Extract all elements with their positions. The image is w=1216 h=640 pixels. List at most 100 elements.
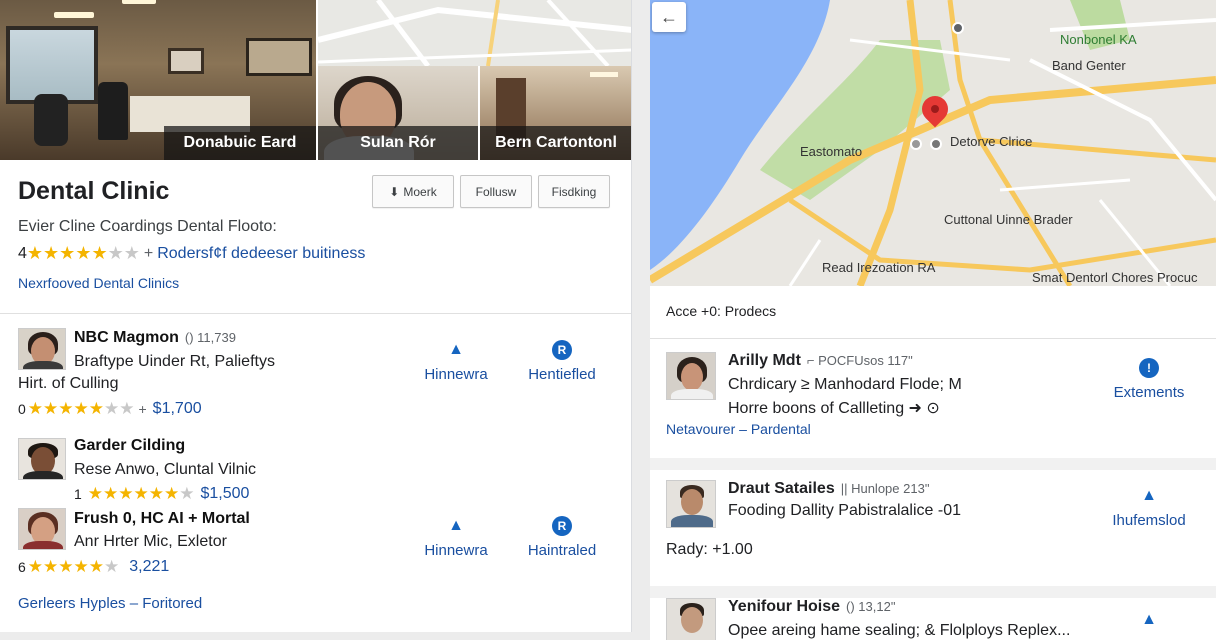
- download-icon: ⬇: [389, 184, 400, 199]
- footer-link[interactable]: Gerleers Hyples – Foritored: [18, 595, 202, 612]
- chair: [98, 82, 128, 140]
- app-root: Donabuic Eard Sulan Rór Bern Cartontonl …: [0, 0, 1216, 640]
- entry-price: $1,700: [152, 400, 202, 417]
- entry-price: 3,221: [129, 558, 170, 575]
- follow-button[interactable]: Follusw: [460, 175, 532, 208]
- wall-art: [246, 38, 312, 76]
- map-view[interactable]: ← Nonbonel KA Band Genter Eastomato Deto…: [650, 0, 1216, 286]
- map-label: Read Irezoation RA: [822, 260, 936, 275]
- card-action[interactable]: ▲ Ihufemslod: [1094, 486, 1204, 529]
- entry-action-label: Hinnewra: [424, 542, 488, 559]
- entry-description: Rese Anwo, Cluntal Vilnic: [74, 461, 257, 478]
- place-title: Dental Clinic: [18, 177, 170, 205]
- list-item[interactable]: Garder Cilding Rese Anwo, Cluntal Vilnic…: [18, 434, 618, 506]
- place-rating: 4 ★★★★★★★ + Rodersf¢f dedeeser buitiness: [18, 243, 365, 264]
- entry-detail: Hirt. of Culling: [18, 375, 119, 392]
- rating-number: 6: [18, 559, 26, 575]
- star-rating-icon: ★★★★★★: [27, 557, 120, 576]
- ceiling-light: [122, 0, 156, 4]
- rating-number: 0: [18, 401, 26, 417]
- finding-button[interactable]: Fisdking: [538, 175, 610, 208]
- entry-name-text: NBC Magmon: [74, 329, 179, 346]
- card-action[interactable]: ! Extements: [1094, 358, 1204, 401]
- place-marker-icon[interactable]: [910, 138, 922, 150]
- photo-main[interactable]: Donabuic Eard: [0, 0, 316, 160]
- save-button[interactable]: ⬇ Moerk: [372, 175, 454, 208]
- photo-caption: Sulan Rór: [318, 126, 478, 160]
- back-arrow-icon[interactable]: ←: [652, 2, 686, 32]
- drop-icon: ▲: [448, 517, 464, 534]
- card-action-label: Ihufemslod: [1112, 512, 1186, 529]
- photo-caption: Donabuic Eard: [164, 126, 316, 160]
- card-detail: Horre boons of Callleting ➜ ⊙: [728, 400, 940, 417]
- wall-art: [168, 48, 204, 74]
- entry-name[interactable]: Garder Cilding: [74, 437, 185, 455]
- reviews-link[interactable]: Rodersf¢f dedeeser buitiness: [157, 245, 365, 263]
- drop-icon: ▲: [1141, 611, 1157, 628]
- entry-name[interactable]: NBC Magmon () 11,739: [74, 329, 236, 347]
- card-detail: Rady: +1.00: [666, 541, 753, 558]
- entry-rating: 1 ★★★★★★★ $1,500: [74, 484, 249, 504]
- list-item[interactable]: Yenifour Hoise () 13,12" Opee areing hame…: [666, 596, 1206, 640]
- avatar: [18, 328, 66, 370]
- rating-number: 4: [18, 244, 27, 262]
- entry-action-label: Haintraled: [527, 542, 597, 559]
- map-label: Nonbonel KA: [1060, 32, 1137, 47]
- list-item[interactable]: NBC Magmon () 11,739 Braftype Uinder Rt, …: [18, 326, 618, 426]
- card-description: Chrdicary ≥ Manhodard Flode; M: [728, 376, 962, 393]
- card-name-text: Arilly Mdt: [728, 352, 801, 369]
- entry-description: Anr Hrter Mic, Exletor: [74, 533, 227, 550]
- follow-label: Follusw: [475, 184, 517, 199]
- entry-price: $1,500: [200, 485, 250, 502]
- photo-doctor[interactable]: Sulan Rór: [318, 66, 478, 160]
- drop-icon: ▲: [448, 341, 464, 358]
- avatar: [666, 598, 716, 640]
- card-name[interactable]: Draut Satailes || Hunlope 213": [728, 480, 929, 498]
- card-meta: || Hunlope 213": [840, 481, 930, 496]
- avatar: [18, 438, 66, 480]
- map-label: Detorve Clrice: [950, 134, 1033, 149]
- divider: [0, 313, 631, 314]
- entry-action-primary[interactable]: ▲ Hinnewra: [410, 516, 502, 559]
- place-marker-icon[interactable]: [952, 22, 964, 34]
- card-name-text: Yenifour Hoise: [728, 598, 841, 615]
- place-marker-icon[interactable]: [930, 138, 942, 150]
- card-link[interactable]: Netavourer – Pardental: [666, 421, 811, 437]
- section-gap: [650, 458, 1216, 470]
- finding-label: Fisdking: [551, 184, 597, 199]
- ceiling-light: [590, 72, 618, 77]
- save-label: Moerk: [403, 184, 437, 199]
- chair: [34, 94, 68, 146]
- entry-action-label: Hinnewra: [424, 366, 488, 383]
- photo-office[interactable]: Bern Cartontonl: [480, 66, 631, 160]
- divider: [650, 338, 1216, 339]
- star-rating-icon: ★★★★★★★: [26, 243, 140, 263]
- card-name[interactable]: Arilly Mdt ⌐ POCFUsos 117": [728, 352, 913, 370]
- place-subtitle: Evier Cline Coardings Dental Flooto:: [18, 218, 277, 235]
- photo-gallery: Donabuic Eard Sulan Rór Bern Cartontonl: [0, 0, 631, 160]
- card-action-label: Extements: [1113, 384, 1185, 401]
- map-label: Smat Dentorl Chores Procuc: [1032, 270, 1198, 285]
- badge-icon: R: [552, 340, 572, 360]
- entry-action-label: Hentiefled: [528, 366, 596, 383]
- ceiling-light: [54, 12, 94, 18]
- entry-action-secondary[interactable]: R Hentiefled: [516, 340, 608, 383]
- category-link[interactable]: Nexrfooved Dental Clinics: [18, 275, 179, 291]
- card-name-text: Draut Satailes: [728, 480, 835, 497]
- list-item[interactable]: Arilly Mdt ⌐ POCFUsos 117" Chrdicary ≥ Ma…: [666, 350, 1206, 450]
- card-name[interactable]: Yenifour Hoise () 13,12": [728, 598, 895, 616]
- map-thumb-roads: [318, 0, 631, 66]
- card-action[interactable]: ▲: [1094, 610, 1204, 630]
- star-rating-icon: ★★★★★★★: [87, 484, 195, 503]
- entry-action-primary[interactable]: ▲ Hinnewra: [410, 340, 502, 383]
- photo-caption: Bern Cartontonl: [480, 126, 631, 160]
- photo-map-thumb[interactable]: [318, 0, 631, 66]
- place-panel: Donabuic Eard Sulan Rór Bern Cartontonl …: [0, 0, 632, 632]
- entry-rating: 0 ★★★★★★★ + $1,700: [18, 399, 202, 419]
- entry-action-secondary[interactable]: R Haintraled: [516, 516, 608, 559]
- list-item[interactable]: Frush 0, HC AI + Mortal Anr Hrter Mic, E…: [18, 506, 618, 586]
- entry-name[interactable]: Frush 0, HC AI + Mortal: [74, 510, 250, 528]
- map-panel: ← Nonbonel KA Band Genter Eastomato Deto…: [650, 0, 1216, 640]
- list-item[interactable]: Draut Satailes || Hunlope 213" Fooding Da…: [666, 478, 1206, 578]
- badge-icon: R: [552, 516, 572, 536]
